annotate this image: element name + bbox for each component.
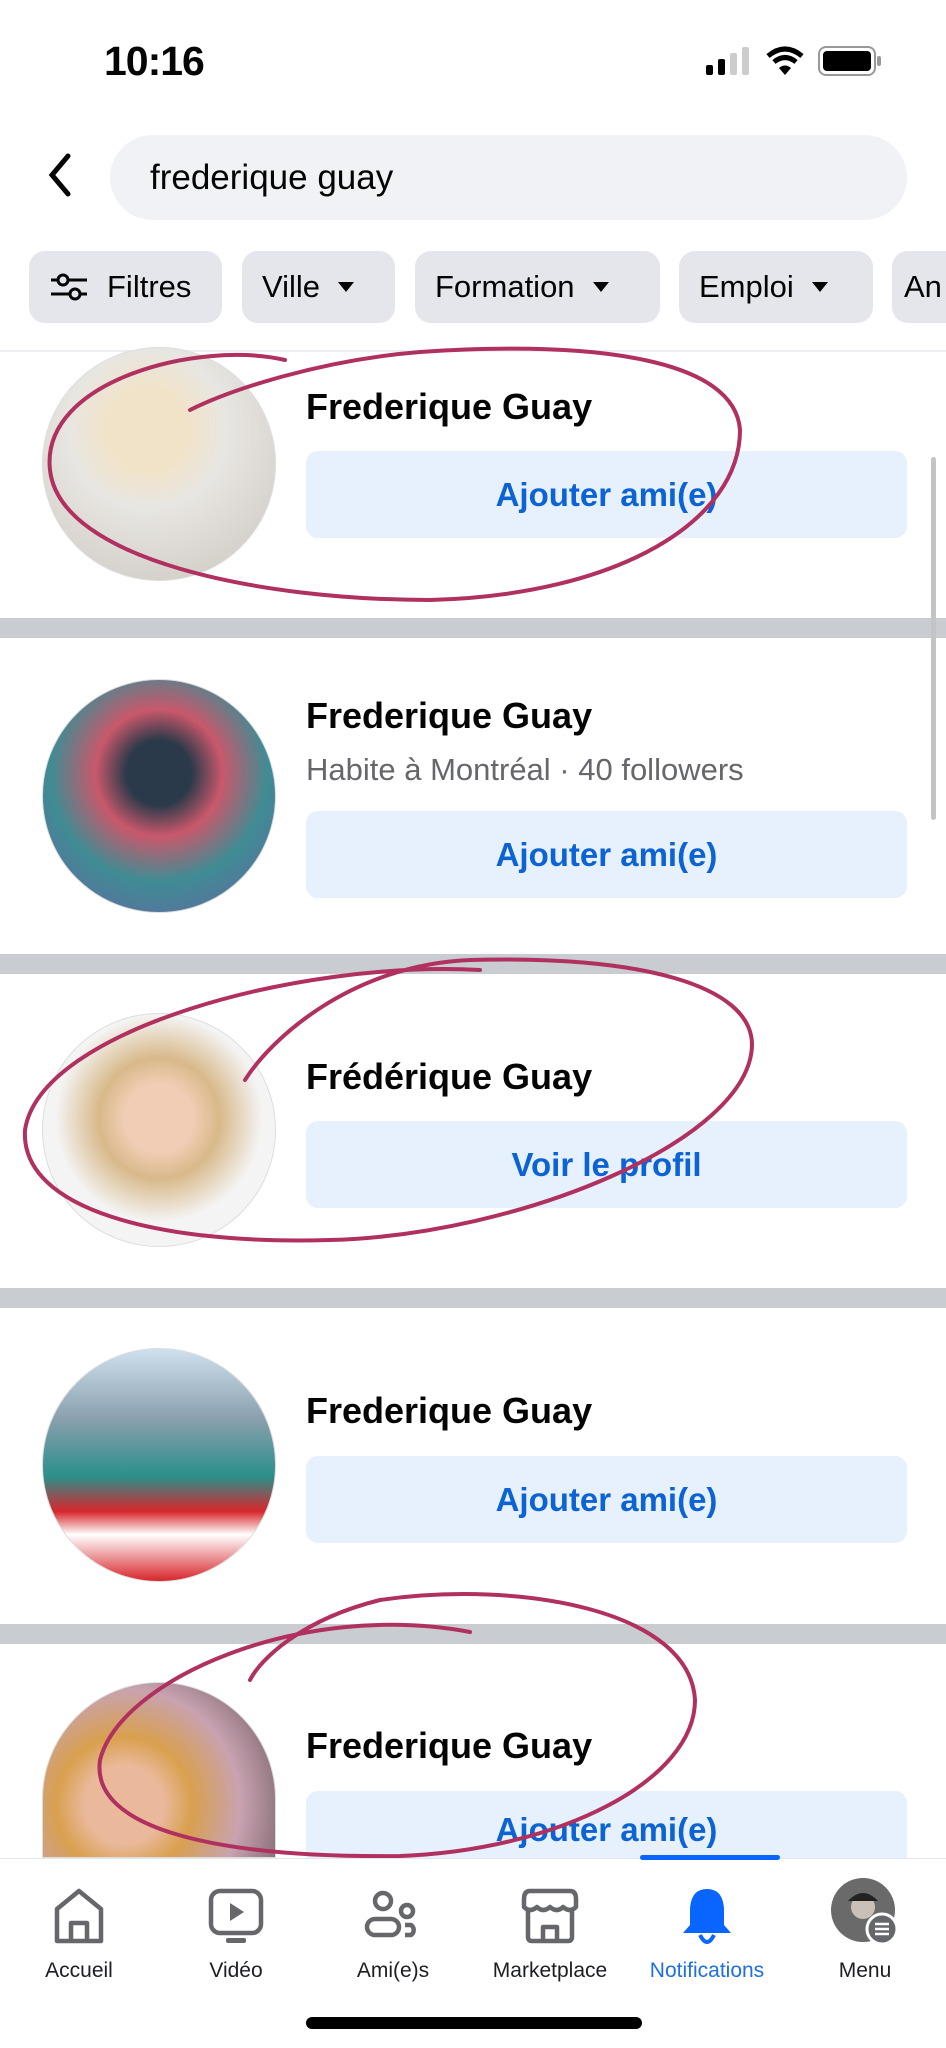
back-arrow-icon[interactable] (40, 150, 80, 200)
filter-chip-ville[interactable]: Ville (242, 251, 395, 323)
caret-down-icon (811, 282, 828, 292)
filter-chip-emploi[interactable]: Emploi (679, 251, 873, 323)
tab-marketplace[interactable]: Marketplace (471, 1859, 629, 1999)
status-time: 10:16 (104, 38, 205, 84)
add-friend-button[interactable]: Ajouter ami(e) (306, 1791, 907, 1858)
separator (0, 1288, 946, 1308)
sliders-icon (51, 273, 87, 301)
tab-accueil[interactable]: Accueil (0, 1859, 158, 1999)
chip-label: Emploi (699, 269, 794, 304)
chip-label: An (904, 269, 942, 304)
chip-label: Ville (262, 269, 321, 304)
chip-label: Formation (435, 269, 575, 304)
tab-label: Notifications (649, 1959, 765, 1982)
separator (0, 954, 946, 974)
separator (0, 1624, 946, 1644)
add-friend-button[interactable]: Ajouter ami(e) (306, 1456, 907, 1543)
avatar[interactable] (42, 1348, 276, 1582)
tab-label: Vidéo (209, 1959, 263, 1982)
home-indicator (306, 2017, 642, 2029)
status-icons (706, 46, 882, 76)
avatar-menu-icon (831, 1878, 899, 1946)
marketplace-icon (521, 1888, 579, 1944)
separator (0, 618, 946, 638)
result-name[interactable]: Frederique Guay (306, 386, 592, 428)
tab-notifications[interactable]: Notifications (628, 1859, 786, 1999)
avatar[interactable] (42, 679, 276, 913)
filter-chip-filtres[interactable]: Filtres (29, 251, 222, 323)
wifi-icon (766, 46, 804, 75)
tab-label: Marketplace (492, 1959, 608, 1982)
caret-down-icon (592, 282, 609, 292)
scrollbar[interactable] (931, 457, 936, 820)
bell-icon (683, 1889, 731, 1944)
result-name[interactable]: Frédérique Guay (306, 1056, 592, 1098)
home-icon (54, 1888, 104, 1944)
avatar[interactable] (42, 1682, 276, 1858)
battery-icon (818, 46, 881, 76)
result-name[interactable]: Frederique Guay (306, 695, 592, 737)
result-name[interactable]: Frederique Guay (306, 1725, 592, 1767)
video-icon (208, 1888, 264, 1943)
avatar[interactable] (42, 1013, 276, 1247)
tab-label: Accueil (45, 1959, 113, 1982)
filter-chip-an[interactable]: An (892, 251, 946, 323)
search-input[interactable] (110, 135, 907, 220)
signal-icon (706, 47, 749, 75)
add-friend-button[interactable]: Ajouter ami(e) (306, 451, 907, 538)
filter-chip-formation[interactable]: Formation (415, 251, 660, 323)
tab-menu[interactable]: Menu (786, 1859, 944, 1999)
tab-friends[interactable]: Ami(e)s (314, 1859, 472, 1999)
avatar[interactable] (42, 347, 276, 581)
result-name[interactable]: Frederique Guay (306, 1390, 592, 1432)
tab-label: Ami(e)s (356, 1959, 430, 1982)
chip-label: Filtres (107, 269, 192, 304)
view-profile-button[interactable]: Voir le profil (306, 1121, 907, 1208)
caret-down-icon (338, 282, 355, 292)
tab-label: Menu (838, 1959, 892, 1982)
tab-video[interactable]: Vidéo (157, 1859, 315, 1999)
result-subtitle: Habite à Montréal · 40 followers (306, 752, 744, 787)
add-friend-button[interactable]: Ajouter ami(e) (306, 811, 907, 898)
friends-icon (364, 1890, 416, 1938)
